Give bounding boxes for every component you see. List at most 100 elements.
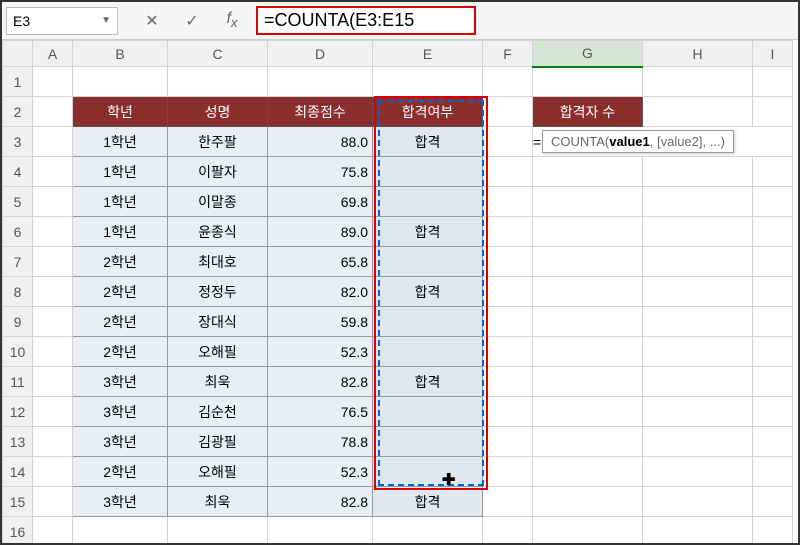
cell-E12[interactable] [373,397,483,427]
cell-C14[interactable]: 오해필 [168,457,268,487]
cell-A11[interactable] [33,367,73,397]
row-header[interactable]: 16 [3,517,33,544]
cell-C5[interactable]: 이말종 [168,187,268,217]
accept-formula-icon[interactable]: ✓ [176,7,208,35]
row-header[interactable]: 6 [3,217,33,247]
cell-E2[interactable]: 합격여부 [373,97,483,127]
spreadsheet-grid[interactable]: A B C D E F G H I 12학년성명최종점수합격여부합격자 수31학… [2,40,798,543]
col-header-D[interactable]: D [268,41,373,67]
cell-H7[interactable] [643,247,753,277]
cell-A1[interactable] [33,67,73,97]
cell-D1[interactable] [268,67,373,97]
col-header-I[interactable]: I [753,41,793,67]
row-header[interactable]: 4 [3,157,33,187]
cell-C10[interactable]: 오해필 [168,337,268,367]
cell-D11[interactable]: 82.8 [268,367,373,397]
cell-B7[interactable]: 2학년 [73,247,168,277]
cell-A5[interactable] [33,187,73,217]
cell-G13[interactable] [533,427,643,457]
cell-C11[interactable]: 최욱 [168,367,268,397]
cell-C6[interactable]: 윤종식 [168,217,268,247]
cell-C3[interactable]: 한주팔 [168,127,268,157]
cell-B12[interactable]: 3학년 [73,397,168,427]
row-header[interactable]: 8 [3,277,33,307]
row-header[interactable]: 11 [3,367,33,397]
cell-G4[interactable] [533,157,643,187]
cell-I9[interactable] [753,307,793,337]
col-header-A[interactable]: A [33,41,73,67]
cell-F10[interactable] [483,337,533,367]
cell-H14[interactable] [643,457,753,487]
cell-C9[interactable]: 장대식 [168,307,268,337]
cell-I13[interactable] [753,427,793,457]
cell-G7[interactable] [533,247,643,277]
cell-F8[interactable] [483,277,533,307]
cell-C16[interactable] [168,517,268,544]
cell-G12[interactable] [533,397,643,427]
cell-B2[interactable]: 학년 [73,97,168,127]
cell-A2[interactable] [33,97,73,127]
cell-C12[interactable]: 김순천 [168,397,268,427]
cell-C13[interactable]: 김광필 [168,427,268,457]
cell-H9[interactable] [643,307,753,337]
cell-B1[interactable] [73,67,168,97]
cell-H2[interactable] [643,97,753,127]
cell-I15[interactable] [753,487,793,517]
cell-H5[interactable] [643,187,753,217]
fx-icon[interactable]: fx [216,7,248,35]
cell-C4[interactable]: 이팔자 [168,157,268,187]
cell-G2[interactable]: 합격자 수 [533,97,643,127]
row-header[interactable]: 13 [3,427,33,457]
cell-A14[interactable] [33,457,73,487]
cell-D16[interactable] [268,517,373,544]
cell-F4[interactable] [483,157,533,187]
cell-G6[interactable] [533,217,643,247]
cell-E9[interactable] [373,307,483,337]
cell-E8[interactable]: 합격 [373,277,483,307]
cell-D6[interactable]: 89.0 [268,217,373,247]
cell-D5[interactable]: 69.8 [268,187,373,217]
col-header-F[interactable]: F [483,41,533,67]
cell-A13[interactable] [33,427,73,457]
cell-F15[interactable] [483,487,533,517]
cell-E16[interactable] [373,517,483,544]
cell-A7[interactable] [33,247,73,277]
cell-G5[interactable] [533,187,643,217]
cell-D10[interactable]: 52.3 [268,337,373,367]
cell-H16[interactable] [643,517,753,544]
cell-F9[interactable] [483,307,533,337]
cell-G10[interactable] [533,337,643,367]
cell-E7[interactable] [373,247,483,277]
select-all-corner[interactable] [3,41,33,67]
cell-D3[interactable]: 88.0 [268,127,373,157]
row-header[interactable]: 15 [3,487,33,517]
cell-I14[interactable] [753,457,793,487]
cell-F2[interactable] [483,97,533,127]
cell-B10[interactable]: 2학년 [73,337,168,367]
cell-A3[interactable] [33,127,73,157]
cell-H1[interactable] [643,67,753,97]
cell-I1[interactable] [753,67,793,97]
cell-D12[interactable]: 76.5 [268,397,373,427]
cell-E1[interactable] [373,67,483,97]
cell-I16[interactable] [753,517,793,544]
cell-H10[interactable] [643,337,753,367]
cell-G8[interactable] [533,277,643,307]
cell-C7[interactable]: 최대호 [168,247,268,277]
cell-A4[interactable] [33,157,73,187]
cell-F3[interactable] [483,127,533,157]
cell-B15[interactable]: 3학년 [73,487,168,517]
cell-G14[interactable] [533,457,643,487]
cell-D14[interactable]: 52.3 [268,457,373,487]
cell-G15[interactable] [533,487,643,517]
cell-E11[interactable]: 합격 [373,367,483,397]
row-header[interactable]: 14 [3,457,33,487]
cell-C1[interactable] [168,67,268,97]
col-header-G[interactable]: G [533,41,643,67]
cell-H11[interactable] [643,367,753,397]
cell-E4[interactable] [373,157,483,187]
cell-A12[interactable] [33,397,73,427]
cell-A8[interactable] [33,277,73,307]
cell-H13[interactable] [643,427,753,457]
cell-A16[interactable] [33,517,73,544]
